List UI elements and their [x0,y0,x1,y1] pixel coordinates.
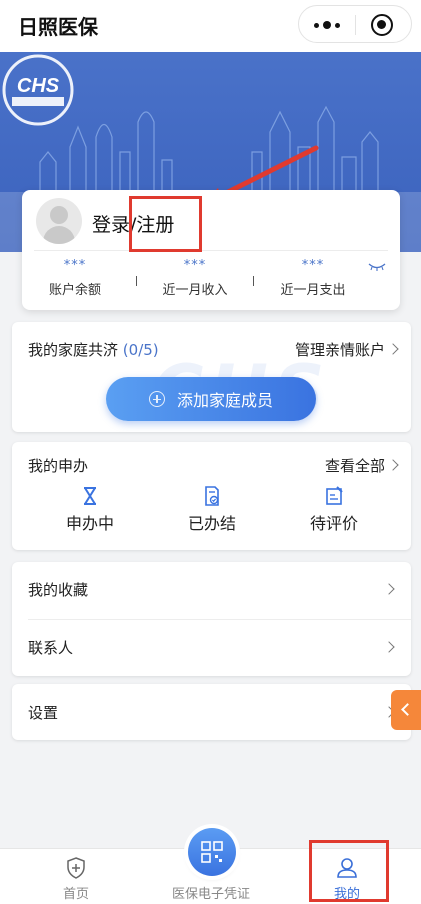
family-title-text: 我的家庭共济 [28,341,119,359]
family-title: 我的家庭共济 (0/5) [28,339,159,360]
tab-label: 医保电子凭证 [171,887,250,902]
tab-label: 首页 [62,887,89,902]
stat-expense[interactable]: *** 近一月支出 [270,258,356,298]
app-title: 日照医保 [18,15,98,39]
settings-card: 设置 [12,684,411,740]
svg-text:CHS: CHS [17,75,60,97]
chevron-right-icon [383,641,395,653]
avatar[interactable] [36,198,82,244]
stat-label: 近一月支出 [280,283,346,298]
card-divider [34,250,388,251]
mini-program-capsule [298,5,412,43]
plus-circle-icon [148,391,165,407]
stat-label: 近一月收入 [162,283,228,298]
chs-logo: CHS [2,54,74,126]
my-applications-card: 我的申办 查看全部 申办中 已办结 待评价 [12,442,411,550]
chevron-right-icon [387,343,399,355]
favorites-contacts-card: 我的收藏 联系人 [12,562,411,676]
stat-income[interactable]: *** 近一月收入 [152,258,238,298]
tab-home[interactable]: 首页 [31,849,121,904]
chevron-left-icon [401,703,414,716]
qrcode-button[interactable] [188,828,236,876]
doc-check-icon [205,486,219,506]
annotation-box-login [129,196,202,252]
stat-separator [253,276,254,286]
stat-value: *** [301,258,325,273]
row-divider [28,619,411,620]
apply-item-label: 待评价 [309,514,358,533]
add-family-member-button[interactable]: 添加家庭成员 [106,377,316,421]
capsule-divider [355,15,356,35]
apply-pending-review[interactable]: 待评价 [289,486,379,534]
stat-label: 账户余额 [48,283,101,298]
family-count: (0/5) [122,341,159,359]
qrcode-icon [201,841,223,863]
apply-item-label: 申办中 [65,514,114,533]
family-mutual-aid-card: CHS 我的家庭共济 (0/5) 管理亲情账户 添加家庭成员 [12,322,411,432]
apply-item-label: 已办结 [187,514,236,533]
applications-title: 我的申办 [28,457,89,475]
top-bar: 日照医保 [0,0,421,52]
doc-edit-icon [326,486,343,505]
settings-item[interactable]: 设置 [28,702,58,723]
hourglass-icon [84,487,96,505]
chevron-right-icon [387,459,399,471]
apply-completed[interactable]: 已办结 [167,486,257,534]
stat-value: *** [183,258,207,273]
side-collapse-tab[interactable] [391,690,421,730]
shield-plus-icon [67,857,85,879]
annotation-box-mine-tab [309,840,389,902]
chevron-right-icon [383,583,395,595]
close-mini-program-icon[interactable] [371,14,393,36]
view-all-link[interactable]: 查看全部 [325,455,385,476]
stat-balance[interactable]: *** 账户余额 [40,258,110,298]
manage-family-link[interactable]: 管理亲情账户 [295,339,385,360]
add-family-member-label: 添加家庭成员 [176,391,273,410]
more-menu-button[interactable] [299,6,355,44]
stat-value: *** [63,258,87,273]
stat-separator [136,276,137,286]
contacts-item[interactable]: 联系人 [28,637,73,658]
favorites-item[interactable]: 我的收藏 [28,579,88,600]
eye-closed-icon[interactable] [368,263,386,271]
apply-in-progress[interactable]: 申办中 [45,486,135,534]
account-card: 登录/注册 *** 账户余额 *** 近一月收入 *** 近一月支出 [22,190,400,310]
